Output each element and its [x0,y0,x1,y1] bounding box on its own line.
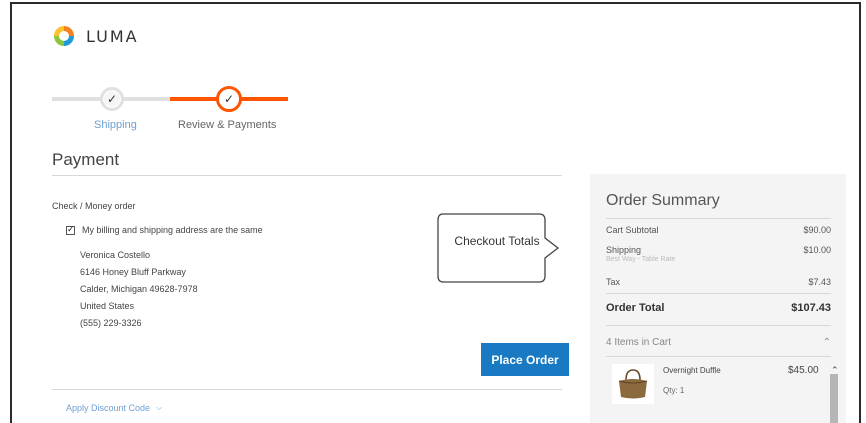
tax-row: Tax $7.43 [606,277,831,287]
order-summary-title: Order Summary [606,192,720,209]
shipping-label: Shipping [606,245,642,255]
divider [52,175,562,176]
product-price: $45.00 [788,365,819,376]
cart-subtotal-row: Cart Subtotal $90.00 [606,225,831,235]
order-total-row: Order Total $107.43 [606,302,831,314]
shipping-row: Shipping $10.00 [606,245,831,255]
step-review-check-icon: ✓ [216,86,242,112]
product-qty: Qty: 1 [663,386,685,395]
product-name[interactable]: Overnight Duffle [663,366,721,375]
payment-method-label[interactable]: Check / Money order [52,201,136,211]
cart-subtotal-label: Cart Subtotal [606,225,659,235]
order-total-label: Order Total [606,302,665,314]
divider [606,293,831,294]
shipping-value: $10.00 [803,245,831,255]
divider [606,356,831,357]
cart-subtotal-value: $90.00 [803,225,831,235]
apply-discount-label[interactable]: Apply Discount Code [66,403,150,413]
tax-label: Tax [606,277,621,287]
divider [52,389,562,390]
step-shipping-check-icon[interactable]: ✓ [100,87,124,111]
product-thumbnail[interactable] [612,364,654,404]
address-city: Calder, Michigan 49628-7978 [80,284,198,294]
callout-text: Checkout Totals [454,234,540,248]
cart-item: Overnight Duffle Qty: 1 $45.00 ⌃ [606,358,839,423]
divider [606,218,831,219]
chevron-up-icon[interactable]: ⌃ [823,337,831,348]
same-address-label[interactable]: My billing and shipping address are the … [82,225,263,235]
tax-value: $7.43 [808,277,831,287]
place-order-button[interactable]: Place Order [481,343,569,376]
items-scrollbar[interactable] [830,374,838,423]
divider [606,325,831,326]
logo-text: LUMA [86,26,139,46]
address-street: 6146 Honey Bluff Parkway [80,267,186,277]
billing-address: Veronica Costello 6146 Honey Bluff Parkw… [80,247,198,332]
items-in-cart-toggle[interactable]: 4 Items in Cart ⌃ [606,337,831,348]
callout-bubble: Checkout Totals [437,212,560,284]
items-in-cart-label[interactable]: 4 Items in Cart [606,337,671,348]
order-summary: Order Summary Cart Subtotal $90.00 Shipp… [590,174,846,423]
duffle-bag-icon [618,369,648,399]
checkout-page: LUMA ✓ ✓ Shipping Review & Payments Paym… [10,2,861,423]
apply-discount-toggle[interactable]: Apply Discount Code ⌵ [66,403,162,413]
shipping-method-note: Best Way - Table Rate [606,256,676,263]
same-address-checkbox[interactable] [66,224,75,235]
chevron-down-icon[interactable]: ⌵ [156,403,162,413]
address-name: Veronica Costello [80,250,151,260]
luma-logo-icon [54,26,74,46]
order-total-value: $107.43 [791,302,831,314]
address-phone: (555) 229-3326 [80,318,142,328]
checkout-progress: ✓ ✓ Shipping Review & Payments [52,84,292,134]
payment-title: Payment [52,150,120,169]
step-review-label: Review & Payments [178,119,277,131]
same-address-row[interactable]: My billing and shipping address are the … [66,224,263,235]
luma-logo[interactable]: LUMA [52,24,139,48]
address-country: United States [80,301,135,311]
step-shipping-label[interactable]: Shipping [94,119,137,131]
